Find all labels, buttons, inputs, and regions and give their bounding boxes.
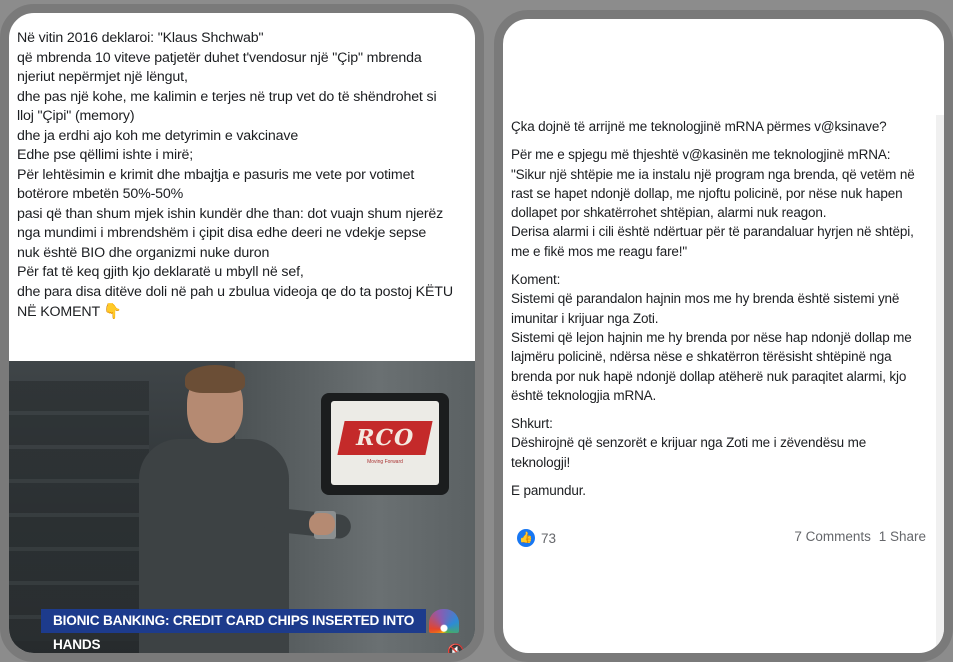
left-post-line: dhe pas një kohe, me kalimin e terjes në… [17, 88, 475, 108]
right-post-line: dollapet por shkatërrohet shtëpian, alar… [511, 205, 827, 221]
right-post-line: me e fikë mos me reagu fare!" [511, 243, 688, 259]
left-post-line: dhe para disa ditëve doli në pah u zbulu… [17, 283, 475, 303]
left-post-line: pasi që than shum mjek ishin kundër dhe … [17, 205, 475, 225]
left-post-line: botërore mbetën 50%-50% [17, 185, 475, 205]
left-post-line: nuk është BIO dhe organizmi nuke duron [17, 244, 475, 264]
right-post-line: Shkurt: [511, 416, 553, 432]
video-background-shelves [9, 381, 149, 641]
right-post-line: lajmëru policinë, ndërsa nëse e shkatërr… [511, 349, 892, 365]
video-person-hand [309, 513, 335, 535]
right-post-line: imunitar i krijuar nga Zoti. [511, 310, 659, 326]
right-post-paragraph: E pamundur. [511, 481, 941, 500]
pointing-hand-icon: 👇 [103, 303, 122, 320]
left-post-line-text: dhe pas një kohe, me kalimin e terjes në… [17, 88, 437, 105]
left-post-line-text: Për lehtësimin e krimit dhe mbajtja e pa… [17, 166, 415, 183]
right-post-line: rast se hapet ndonjë dollap, me njoftu p… [511, 185, 903, 201]
left-post-line: Edhe pse qëllimi ishte i mirë; [17, 146, 475, 166]
left-post-line-text: pasi që than shum mjek ishin kundër dhe … [17, 205, 444, 222]
left-post-line-text: nga mundimi i mbrendshëm i çipit disa ed… [17, 225, 427, 241]
right-post-paragraph: Çka dojnë të arrijnë me teknologjinë mRN… [511, 117, 941, 136]
left-post-line-text: Për fat të keq gjith kjo deklaratë u mby… [17, 264, 304, 280]
left-post-line-text: që mbrenda 10 viteve patjetër duhet t've… [17, 49, 422, 66]
left-post-line-text: nuk është BIO dhe organizmi nuke duron [17, 244, 270, 261]
speaker-mute-icon[interactable]: 🔇 [447, 643, 464, 653]
left-post-line-text: Në vitin 2016 deklaroi: "Klaus Shchwab" [17, 30, 264, 46]
right-post-line: Dëshirojnë që senzorët e krijuar nga Zot… [511, 435, 867, 451]
left-post-line-text: dhe para disa ditëve doli në pah u zbulu… [17, 283, 453, 300]
left-post-line: Në vitin 2016 deklaroi: "Klaus Shchwab" [17, 29, 475, 49]
right-post-line: Për me e spjegu më thjeshtë v@kasinën me… [511, 147, 891, 163]
left-post-line-text: Edhe pse qëllimi ishte i mirë; [17, 147, 194, 163]
thumbs-up-icon: 👍 [517, 529, 535, 547]
video-wall-screen: RCO Moving Forward [321, 393, 449, 495]
nbc-peacock-icon [429, 609, 459, 633]
post-video[interactable]: RCO Moving Forward BIONIC BANKING: CREDI… [9, 361, 475, 653]
left-post-line: Për fat të keq gjith kjo deklaratë u mby… [17, 263, 475, 283]
right-post-line: është teknologjia mRNA. [511, 387, 657, 403]
left-post-line: njeriut nepërmjet një lëngut, [17, 68, 475, 88]
like-count: 73 [541, 530, 557, 546]
left-post-line-text: botërore mbetën 50%-50% [17, 186, 184, 202]
right-post-paragraph: Shkurt: Dëshirojnë që senzorët e krijuar … [511, 414, 941, 472]
left-post-line-text: njeriut nepërmjet një lëngut, [17, 69, 188, 85]
reactions-summary[interactable]: 👍 73 [517, 529, 556, 547]
left-post-line: dhe ja erdhi ajo koh me detyrimin e vakc… [17, 127, 475, 147]
right-post-line: Koment: [511, 272, 561, 288]
left-post-line-text: lloj "Çipi" (memory) [17, 108, 135, 124]
video-screen-display: RCO Moving Forward [331, 401, 439, 485]
post-stats: 7 Comments 1 Share [794, 529, 926, 544]
left-post-line: Për lehtësimin e krimit dhe mbajtja e pa… [17, 166, 475, 186]
right-post-line: Sistemi që parandalon hajnin mos me hy b… [511, 291, 900, 307]
left-post-card: Në vitin 2016 deklaroi: "Klaus Shchwab" q… [0, 4, 484, 662]
right-post-line: Çka dojnë të arrijnë me teknologjinë mRN… [511, 119, 887, 134]
rco-logo: RCO [337, 421, 433, 455]
rco-logo-subtitle: Moving Forward [367, 459, 403, 465]
comments-link[interactable]: 7 Comments [794, 529, 871, 544]
right-post-line: brenda por nuk hapë ndonjë dollap atëher… [511, 368, 907, 384]
shares-link[interactable]: 1 Share [879, 529, 926, 544]
left-post-line: që mbrenda 10 viteve patjetër duhet t've… [17, 49, 475, 69]
right-post-paragraph: Për me e spjegu më thjeshtë v@kasinën me… [511, 145, 941, 261]
right-post-line: teknologji! [511, 454, 571, 470]
video-person-hair [185, 365, 245, 393]
video-news-banner: BIONIC BANKING: CREDIT CARD CHIPS INSERT… [41, 609, 426, 652]
left-post-line: lloj "Çipi" (memory) [17, 107, 475, 127]
left-post-line-text: NË KOMENT [17, 304, 100, 320]
left-post-line: NË KOMENT 👇 [17, 302, 475, 323]
left-post-line-text: dhe ja erdhi ajo koh me detyrimin e vakc… [17, 127, 299, 144]
right-post-line: E pamundur. [511, 483, 586, 499]
left-post-text: Në vitin 2016 deklaroi: "Klaus Shchwab" q… [17, 29, 475, 323]
right-post-line: Derisa alarmi i cili është ndërtuar për … [511, 224, 914, 240]
right-post-line: "Sikur një shtëpie me ia instalu një pro… [511, 166, 915, 182]
right-post-paragraph: Koment: Sistemi që parandalon hajnin mos … [511, 270, 941, 405]
right-post-line: Sistemi që lejon hajnin me hy brenda por… [511, 329, 912, 345]
right-post-card: Çka dojnë të arrijnë me teknologjinë mRN… [494, 10, 953, 662]
right-post-text: Çka dojnë të arrijnë me teknologjinë mRN… [511, 117, 941, 509]
left-post-line: nga mundimi i mbrendshëm i çipit disa ed… [17, 224, 475, 244]
